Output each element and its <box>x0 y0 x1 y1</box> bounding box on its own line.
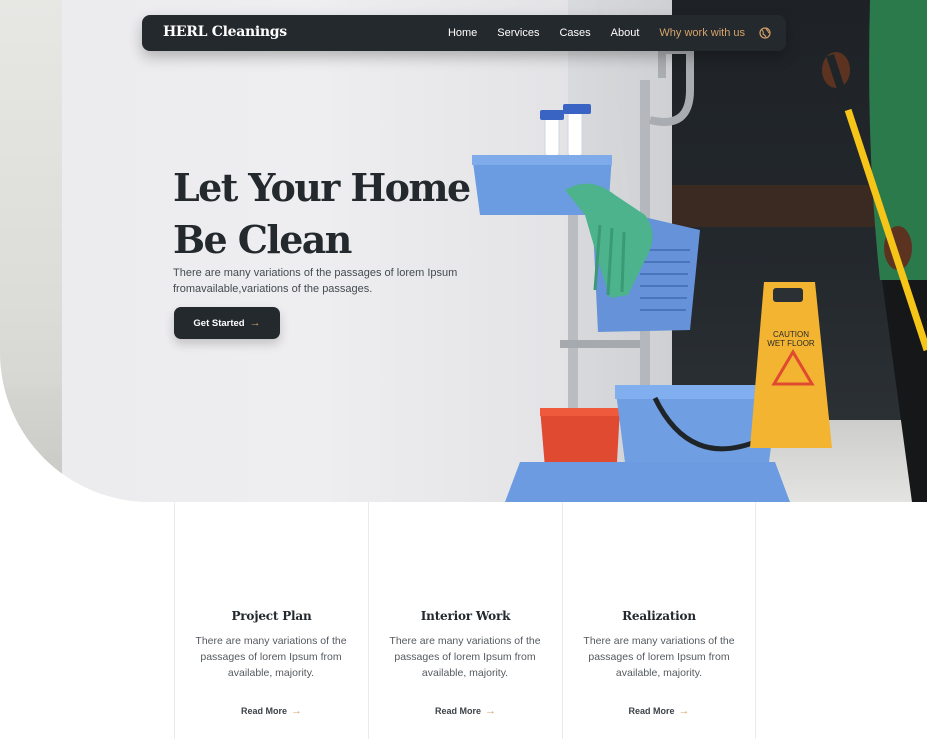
card-title: Realization <box>622 609 696 623</box>
nav-item-about[interactable]: About <box>611 27 640 39</box>
get-started-label: Get Started <box>193 317 245 329</box>
hero-title-line-1: Let Your Home <box>173 165 471 210</box>
spray-nozzle-1 <box>540 110 564 120</box>
card-description-line-2: passages of lorem Ipsum from <box>588 651 730 663</box>
hero-description-line-2: fromavailable,variations of the passages… <box>173 283 373 295</box>
nav-item-cases[interactable]: Cases <box>559 27 590 39</box>
cart-caddy-rim <box>472 155 612 165</box>
card-title: Project Plan <box>231 609 312 623</box>
brand-logo[interactable]: HERL Cleanings <box>163 24 287 40</box>
hero-title: Let Your Home Be Clean <box>173 162 473 266</box>
read-more-label: Read More <box>434 706 481 716</box>
cart-shelf <box>560 340 640 348</box>
service-cards: Project Plan There are many variations o… <box>174 502 756 739</box>
arrow-right-icon: → <box>678 705 690 717</box>
get-started-button[interactable]: Get Started → <box>174 307 280 339</box>
arrow-right-icon: → <box>485 705 496 717</box>
read-more-link[interactable]: Read More → <box>369 705 562 717</box>
wet-floor-sign <box>750 282 832 448</box>
globe-icon[interactable] <box>759 27 771 39</box>
card-project-plan: Project Plan There are many variations o… <box>174 502 368 739</box>
nav-item-services[interactable]: Services <box>497 27 539 39</box>
card-description-line-3: available, majority. <box>615 667 703 679</box>
cart-handle <box>649 46 694 126</box>
nav-item-why-work-with-us[interactable]: Why work with us <box>659 27 745 39</box>
read-more-link[interactable]: Read More → <box>175 705 368 717</box>
cart-base <box>505 462 790 502</box>
card-description: There are many variations of the passage… <box>571 633 747 681</box>
card-description-line-1: There are many variations of the <box>195 635 347 647</box>
sign-text-wet-floor: WET FLOOR <box>767 339 815 348</box>
person-pants <box>882 280 927 502</box>
nav-menu: Home Services Cases About Why work with … <box>428 15 771 51</box>
card-description-line-2: passages of lorem Ipsum from <box>394 651 536 663</box>
arrow-right-icon: → <box>249 317 261 329</box>
card-realization: Realization There are many variations of… <box>562 502 756 739</box>
card-description-line-1: There are many variations of the <box>389 635 541 647</box>
spray-nozzle-2 <box>563 104 591 114</box>
spray-bottle-1 <box>544 117 560 157</box>
card-title: Interior Work <box>420 609 511 623</box>
card-description: There are many variations of the passage… <box>183 633 359 681</box>
card-description: There are many variations of the passage… <box>377 633 553 681</box>
red-bucket-rim <box>540 408 620 416</box>
sign-text-caution: CAUTION <box>773 330 809 339</box>
card-description-line-3: available, majority. <box>227 667 315 679</box>
hero-description: There are many variations of the passage… <box>173 265 473 297</box>
spray-bottle-2 <box>567 111 583 157</box>
card-description-line-2: passages of lorem Ipsum from <box>200 651 342 663</box>
nav-item-home[interactable]: Home <box>448 27 477 39</box>
arrow-right-icon: → <box>291 705 302 717</box>
card-description-line-1: There are many variations of the <box>583 635 735 647</box>
card-description-line-3: available, majority. <box>421 667 509 679</box>
read-more-label: Read More <box>628 706 675 716</box>
top-navbar: HERL Cleanings Home Services Cases About… <box>142 15 786 51</box>
sign-handle-hole <box>773 288 803 302</box>
hero-title-line-2: Be Clean <box>173 217 352 262</box>
hero-description-line-1: There are many variations of the passage… <box>173 267 458 279</box>
blue-bucket-rim <box>615 385 778 399</box>
card-interior-work: Interior Work There are many variations … <box>368 502 562 739</box>
read-more-label: Read More <box>240 706 287 716</box>
read-more-link[interactable]: Read More → <box>563 705 755 717</box>
